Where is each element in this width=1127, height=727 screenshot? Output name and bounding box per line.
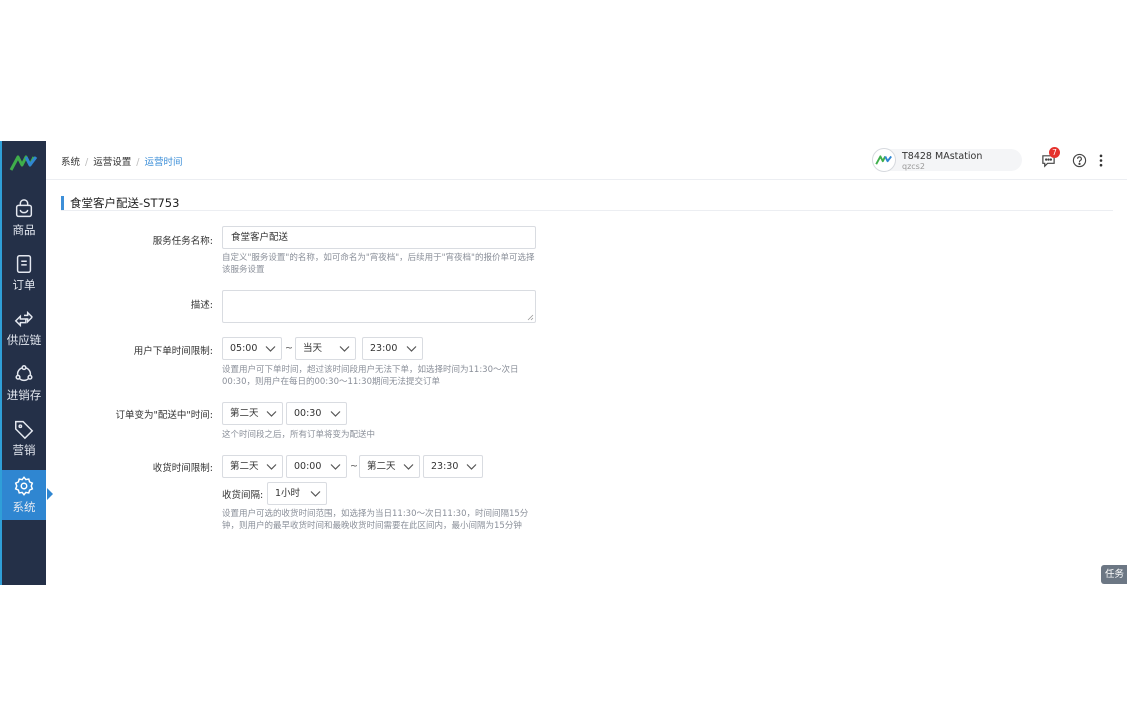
delivery-status-label: 订单变为"配送中"时间: <box>115 410 213 421</box>
service-name-label: 服务任务名称: <box>152 236 213 247</box>
more-menu-icon[interactable] <box>1093 152 1109 168</box>
receive-end-time-select[interactable]: 23:30 <box>423 455 483 478</box>
sidebar-item-inventory[interactable]: 进销存 <box>2 358 46 408</box>
breadcrumb-item-current: 运营时间 <box>144 157 183 168</box>
receive-time-label: 收货时间限制: <box>152 463 213 474</box>
help-icon[interactable] <box>1071 152 1087 168</box>
sidebar-item-label: 商品 <box>12 223 36 237</box>
brand-logo[interactable] <box>2 149 46 177</box>
app-window: 商品 订单 供应链 进销存 营销 系统 系统 / 运营设置 / 运营时间 T84… <box>0 141 1127 585</box>
receive-end-day-value: 第二天 <box>367 461 396 472</box>
breadcrumb-item-operation-settings[interactable]: 运营设置 <box>93 157 131 168</box>
order-time-help: 设置用户可下单时间，超过该时间段用户无法下单，如选择时间为11:30～次日00:… <box>222 365 519 387</box>
price-tag-icon <box>15 420 34 440</box>
chevron-down-icon <box>330 411 341 417</box>
order-time-label: 用户下单时间限制: <box>133 346 213 357</box>
chevron-down-icon <box>265 346 276 352</box>
sidebar: 商品 订单 供应链 进销存 营销 系统 <box>0 141 53 585</box>
range-separator: ~ <box>285 343 293 354</box>
sidebar-item-label: 订单 <box>12 278 36 292</box>
description-label: 描述: <box>190 300 213 311</box>
account-id: qzcs2 <box>902 162 925 171</box>
account-logo-icon <box>872 148 896 172</box>
sidebar-item-label: 营销 <box>12 443 36 457</box>
breadcrumb-item-system[interactable]: 系统 <box>61 157 80 168</box>
chevron-down-icon <box>466 464 477 470</box>
order-doc-icon <box>16 255 32 273</box>
sidebar-item-label: 系统 <box>12 500 36 514</box>
service-name-help: 自定义"服务设置"的名称，如可命名为"宵夜档"，后续用于"宵夜档"的报价单可选择… <box>222 253 535 275</box>
task-button[interactable]: 任务 <box>1101 565 1127 584</box>
sidebar-item-supply-chain[interactable]: 供应链 <box>2 303 46 353</box>
delivery-time-select[interactable]: 00:30 <box>286 402 347 425</box>
delivery-time-value: 00:30 <box>294 408 322 419</box>
receive-start-day-select[interactable]: 第二天 <box>222 455 283 478</box>
chevron-down-icon <box>266 464 277 470</box>
account-name: T8428 MAstation <box>902 151 983 162</box>
section-divider <box>61 210 1113 211</box>
chevron-down-icon <box>310 491 321 497</box>
range-separator: ~ <box>350 461 358 472</box>
order-end-time-select[interactable]: 23:00 <box>362 337 423 360</box>
order-start-time-select[interactable]: 05:00 <box>222 337 282 360</box>
delivery-day-value: 第二天 <box>230 408 259 419</box>
receive-end-time-value: 23:30 <box>431 461 459 472</box>
sidebar-item-orders[interactable]: 订单 <box>2 248 46 298</box>
description-textarea[interactable] <box>222 290 536 323</box>
sidebar-item-marketing[interactable]: 营销 <box>2 413 46 463</box>
sidebar-item-system[interactable]: 系统 <box>2 470 53 520</box>
service-name-input[interactable]: 食堂客户配送 <box>222 226 536 249</box>
chevron-down-icon <box>339 346 350 352</box>
receive-start-time-select[interactable]: 00:00 <box>286 455 347 478</box>
gear-icon <box>14 476 34 496</box>
receive-start-time-value: 00:00 <box>294 461 322 472</box>
account-switcher[interactable]: T8428 MAstation qzcs2 <box>872 148 1022 172</box>
sidebar-item-label: 进销存 <box>6 388 42 402</box>
order-day-select[interactable]: 当天 <box>295 337 356 360</box>
receive-time-help: 设置用户可选的收货时间范围，如选择为当日11:30～次日11:30，时间间隔15… <box>222 509 529 531</box>
delivery-status-help: 这个时间段之后，所有订单将变为配送中 <box>222 430 376 440</box>
notification-badge: 7 <box>1049 147 1060 158</box>
order-day-value: 当天 <box>303 343 323 354</box>
receive-end-day-select[interactable]: 第二天 <box>359 455 420 478</box>
receive-interval-label: 收货间隔: <box>222 490 264 501</box>
receive-interval-select[interactable]: 1小时 <box>267 482 327 505</box>
sidebar-item-goods[interactable]: 商品 <box>2 193 46 243</box>
top-header: 系统 / 运营设置 / 运营时间 T8428 MAstation qzcs2 7 <box>46 141 1127 180</box>
breadcrumb: 系统 / 运营设置 / 运营时间 <box>61 157 183 168</box>
section-title: 食堂客户配送-ST753 <box>61 196 179 210</box>
order-start-time-value: 05:00 <box>230 343 258 354</box>
inventory-cycle-icon <box>15 365 33 382</box>
chevron-down-icon <box>330 464 341 470</box>
order-end-time-value: 23:00 <box>370 343 398 354</box>
chevron-down-icon <box>403 464 414 470</box>
chevron-down-icon <box>266 411 277 417</box>
delivery-day-select[interactable]: 第二天 <box>222 402 283 425</box>
resize-grip-icon[interactable] <box>527 314 534 321</box>
chevron-down-icon <box>406 346 417 352</box>
shopping-bag-icon <box>15 199 33 218</box>
receive-start-day-value: 第二天 <box>230 461 259 472</box>
sidebar-item-label: 供应链 <box>6 333 42 347</box>
exchange-arrows-icon <box>14 310 33 328</box>
receive-interval-value: 1小时 <box>275 488 301 499</box>
